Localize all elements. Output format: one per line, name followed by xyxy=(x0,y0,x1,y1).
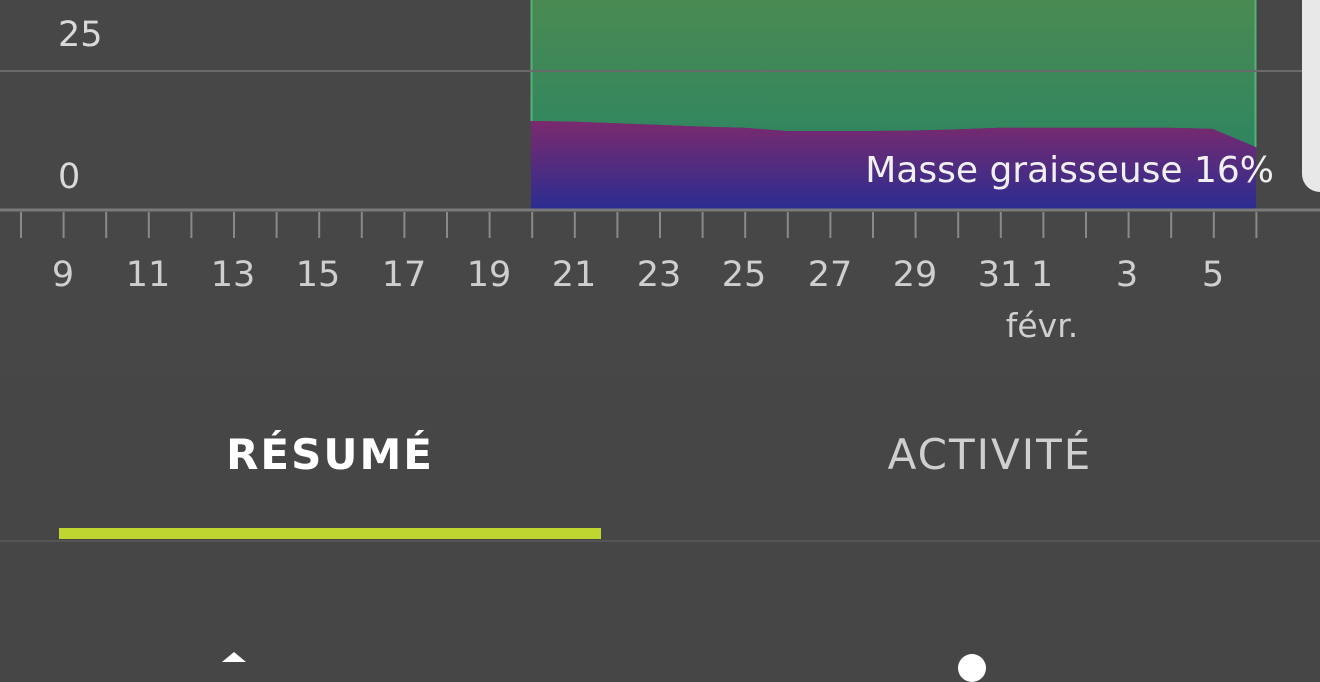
tab-resume[interactable]: RÉSUMÉ xyxy=(226,430,434,479)
tab-bar: RÉSUMÉ ACTIVITÉ xyxy=(0,374,1320,540)
active-tab-indicator xyxy=(59,528,601,539)
x-tick-label: 1 xyxy=(1030,255,1054,295)
overlay-panel-edge xyxy=(1302,0,1320,192)
x-tick-label: 9 xyxy=(51,255,75,295)
fat-mass-label: Masse graisseuse 16% xyxy=(865,150,1274,191)
x-tick-label: 5 xyxy=(1201,255,1225,295)
summary-content xyxy=(0,542,1320,660)
x-tick-label: 19 xyxy=(466,255,512,295)
x-tick-label: 21 xyxy=(551,255,597,295)
x-tick-label: 11 xyxy=(125,255,171,295)
x-tick-label: 31 xyxy=(977,255,1023,295)
circle-icon xyxy=(958,654,986,682)
x-tick-label: 23 xyxy=(636,255,682,295)
x-tick-label: 17 xyxy=(381,255,427,295)
tab-activite[interactable]: ACTIVITÉ xyxy=(888,430,1093,479)
x-tick-label: 15 xyxy=(295,255,341,295)
month-label: févr. xyxy=(1005,306,1079,345)
up-arrow-icon xyxy=(222,652,246,662)
x-tick-label: 13 xyxy=(210,255,256,295)
x-tick-label: 29 xyxy=(892,255,938,295)
x-tick-label: 25 xyxy=(721,255,767,295)
chart-area[interactable]: 25 0 9 11 13 15 17 19 21 23 25 27 29 31 … xyxy=(0,0,1320,374)
y-tick-label: 25 xyxy=(58,15,103,55)
x-tick-label: 27 xyxy=(807,255,853,295)
x-tick-label: 3 xyxy=(1115,255,1139,295)
y-tick-label: 0 xyxy=(58,157,81,197)
